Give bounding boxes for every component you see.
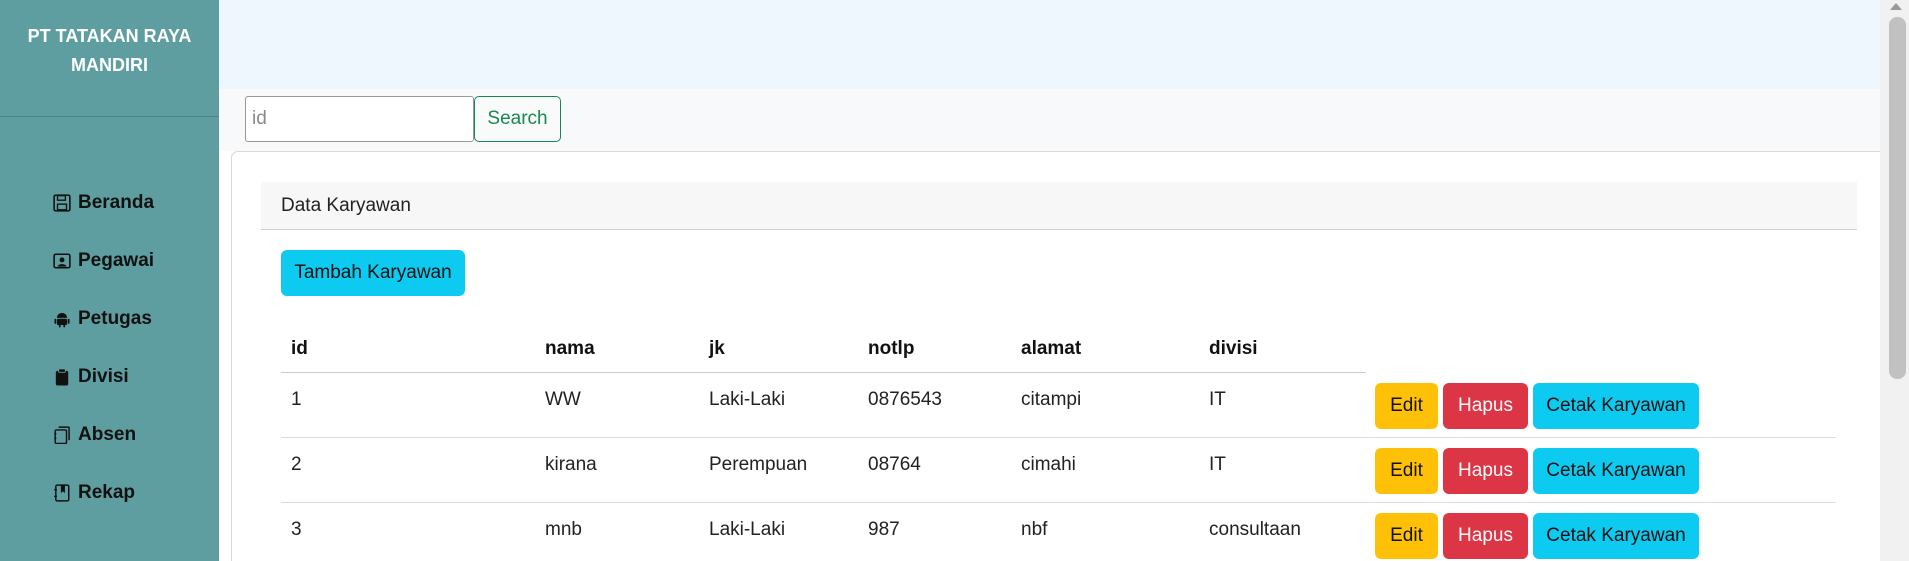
edit-button[interactable]: Edit xyxy=(1375,448,1438,494)
sidebar-item-label: Beranda xyxy=(78,192,155,213)
android-icon xyxy=(52,309,72,329)
print-employee-button[interactable]: Cetak Karyawan xyxy=(1533,383,1699,429)
row-divider xyxy=(281,437,1836,438)
search-button[interactable]: Search xyxy=(474,96,561,142)
column-header-notlp: notlp xyxy=(868,338,915,359)
column-header-id: id xyxy=(291,338,308,359)
cell-divisi: IT xyxy=(1209,454,1226,475)
save-icon xyxy=(52,193,72,213)
person-badge-icon xyxy=(52,251,72,271)
journals-icon xyxy=(52,425,72,445)
sidebar-item-rekap[interactable]: Rekap xyxy=(52,464,154,522)
sidebar-nav: Beranda Pegawai Petugas Divisi Absen Rek… xyxy=(52,174,154,522)
sidebar-item-beranda[interactable]: Beranda xyxy=(52,174,154,232)
sidebar-item-label: Rekap xyxy=(78,482,136,503)
header-divider xyxy=(281,372,1366,373)
cell-notlp: 0876543 xyxy=(868,389,942,410)
column-header-alamat: alamat xyxy=(1021,338,1082,359)
print-employee-button[interactable]: Cetak Karyawan xyxy=(1533,513,1699,559)
column-header-divisi: divisi xyxy=(1209,338,1258,359)
sidebar-item-absen[interactable]: Absen xyxy=(52,406,154,464)
brand-line-2: MANDIRI xyxy=(71,55,148,75)
clipboard-icon xyxy=(52,367,72,387)
add-employee-button[interactable]: Tambah Karyawan xyxy=(281,250,465,296)
cell-notlp: 987 xyxy=(868,519,900,540)
cell-jk: Perempuan xyxy=(709,454,808,475)
row-divider xyxy=(281,502,1836,503)
cell-notlp: 08764 xyxy=(868,454,921,475)
sidebar-item-petugas[interactable]: Petugas xyxy=(52,290,154,348)
delete-button[interactable]: Hapus xyxy=(1443,448,1528,494)
delete-button[interactable]: Hapus xyxy=(1443,383,1528,429)
sidebar-item-divisi[interactable]: Divisi xyxy=(52,348,154,406)
cell-nama: WW xyxy=(545,389,581,410)
column-header-nama: nama xyxy=(545,338,595,359)
brand-line-1: PT TATAKAN RAYA xyxy=(27,26,192,46)
search-input[interactable] xyxy=(245,96,474,142)
edit-button[interactable]: Edit xyxy=(1375,383,1438,429)
print-employee-button[interactable]: Cetak Karyawan xyxy=(1533,448,1699,494)
delete-button[interactable]: Hapus xyxy=(1443,513,1528,559)
scrollbar-thumb[interactable] xyxy=(1889,17,1906,379)
cell-id: 2 xyxy=(291,454,302,475)
cell-jk: Laki-Laki xyxy=(709,519,786,540)
cell-nama: kirana xyxy=(545,454,597,475)
sidebar: PT TATAKAN RAYA MANDIRI Beranda Pegawai … xyxy=(0,0,219,561)
cell-nama: mnb xyxy=(545,519,582,540)
cell-alamat: citampi xyxy=(1021,389,1082,410)
sidebar-item-pegawai[interactable]: Pegawai xyxy=(52,232,154,290)
sidebar-item-label: Petugas xyxy=(78,308,152,329)
cell-id: 1 xyxy=(291,389,302,410)
top-navbar xyxy=(219,0,1880,89)
brand-title: PT TATAKAN RAYA MANDIRI xyxy=(0,0,219,117)
scroll-up-icon[interactable] xyxy=(1890,3,1902,10)
cell-divisi: consultaan xyxy=(1209,519,1301,540)
cell-alamat: nbf xyxy=(1021,519,1048,540)
sidebar-item-label: Absen xyxy=(78,424,137,445)
cell-id: 3 xyxy=(291,519,302,540)
card-title: Data Karyawan xyxy=(261,182,1857,230)
cell-jk: Laki-Laki xyxy=(709,389,786,410)
column-header-jk: jk xyxy=(709,338,725,359)
cell-divisi: IT xyxy=(1209,389,1226,410)
sidebar-item-label: Pegawai xyxy=(78,250,155,271)
sidebar-item-label: Divisi xyxy=(78,366,129,387)
cell-alamat: cimahi xyxy=(1021,454,1076,475)
edit-button[interactable]: Edit xyxy=(1375,513,1438,559)
journal-bookmark-icon xyxy=(52,483,72,503)
